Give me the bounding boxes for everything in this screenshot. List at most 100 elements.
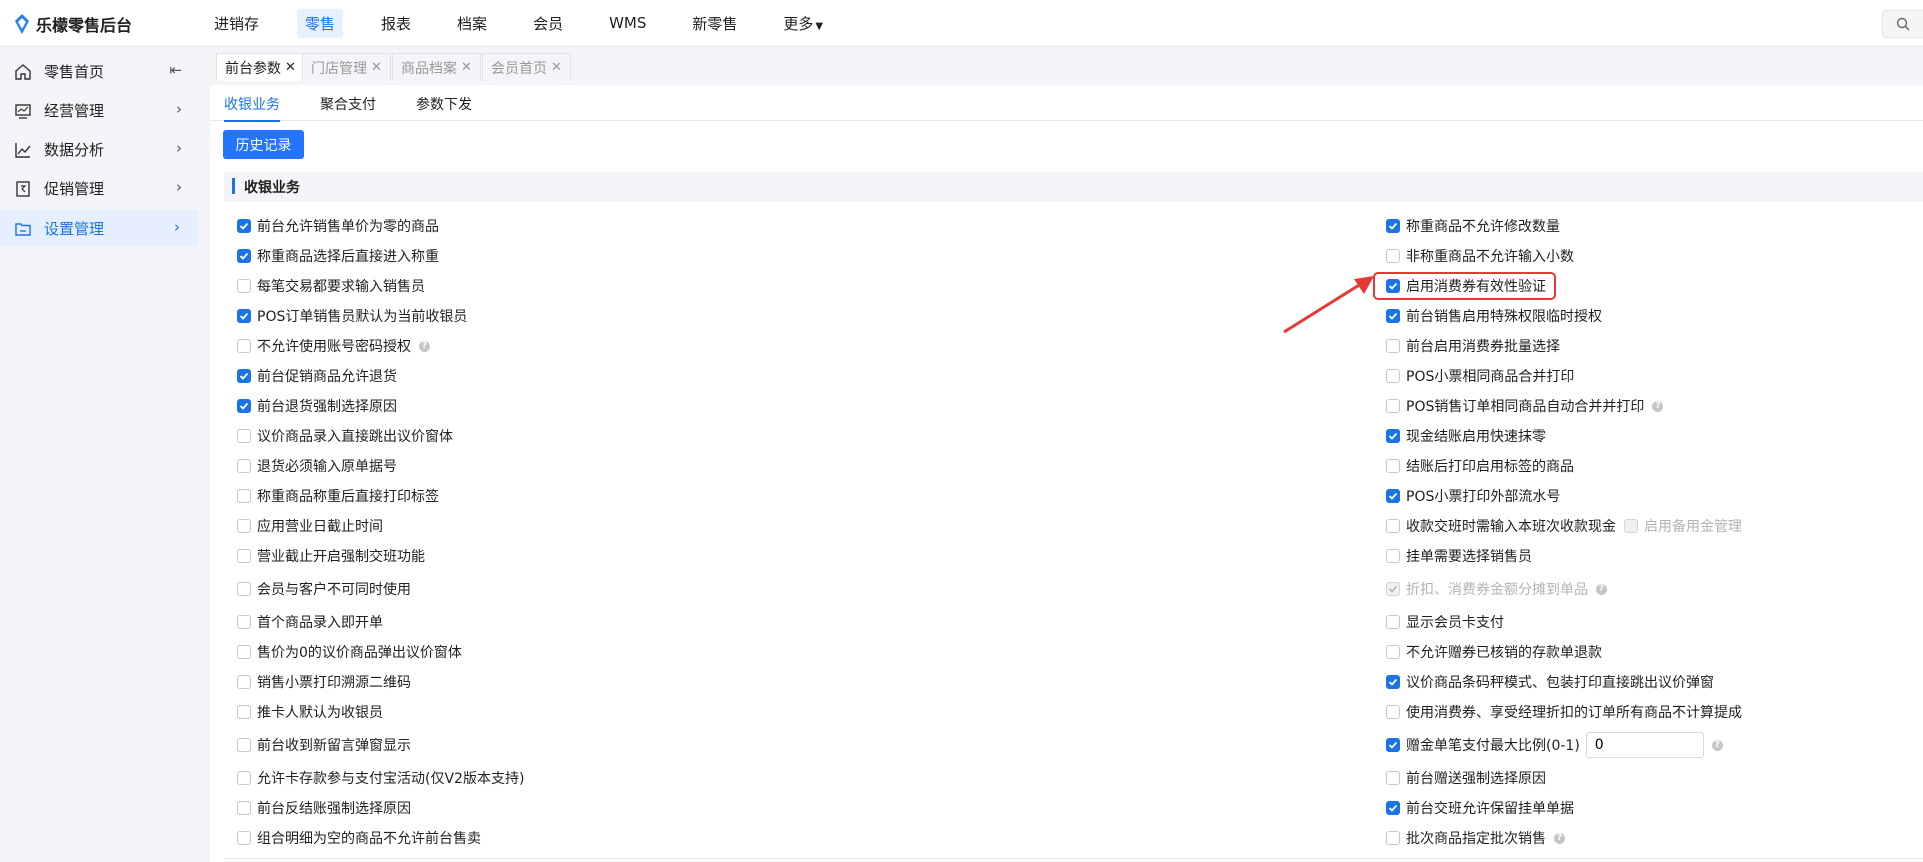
option-checkbox[interactable] [1386, 459, 1400, 473]
option-row[interactable]: POS销售订单相同商品自动合并并打印? [1386, 396, 1664, 416]
option-row[interactable]: 前台销售启用特殊权限临时授权 [1386, 306, 1602, 326]
option-checkbox[interactable] [1386, 399, 1400, 413]
close-icon[interactable]: ✕ [371, 60, 382, 75]
sidebar-item-operations[interactable]: 经营管理 › [0, 91, 200, 129]
option-checkbox[interactable] [1386, 369, 1400, 383]
option-row[interactable]: 挂单需要选择销售员 [1386, 546, 1532, 566]
option-checkbox[interactable] [1386, 429, 1400, 443]
option-checkbox[interactable] [237, 309, 251, 323]
nav-item-retail[interactable]: 零售 [297, 8, 344, 38]
option-row[interactable]: 销售小票打印溯源二维码 [237, 672, 411, 692]
option-row[interactable]: POS订单销售员默认为当前收银员 [237, 306, 467, 326]
option-row[interactable]: 称重商品选择后直接进入称重 [237, 246, 439, 266]
option-checkbox[interactable] [1386, 615, 1400, 629]
close-icon[interactable]: ✕ [461, 60, 472, 75]
option-checkbox[interactable] [1386, 309, 1400, 323]
option-checkbox[interactable] [237, 339, 251, 353]
option-row[interactable]: 首个商品录入即开单 [237, 612, 383, 632]
help-icon[interactable]: ? [1711, 739, 1723, 751]
option-checkbox[interactable] [1386, 249, 1400, 263]
option-checkbox[interactable] [237, 645, 251, 659]
option-checkbox[interactable] [237, 429, 251, 443]
tab-store-management[interactable]: 门店管理 ✕ [302, 53, 391, 81]
option-checkbox[interactable] [237, 519, 251, 533]
history-button[interactable]: 历史记录 [223, 130, 304, 159]
sidebar-item-promotions[interactable]: 促销管理 › [0, 169, 200, 207]
option-row[interactable]: 每笔交易都要求输入销售员 [237, 276, 425, 296]
option-row[interactable]: 营业截止开启强制交班功能 [237, 546, 425, 566]
option-row[interactable]: 使用消费券、享受经理折扣的订单所有商品不计算提成 [1386, 702, 1742, 722]
max-ratio-input[interactable] [1585, 732, 1704, 758]
option-checkbox[interactable] [237, 399, 251, 413]
option-row[interactable]: 折扣、消费券金额分摊到单品? [1386, 579, 1607, 599]
option-row[interactable]: 称重商品称重后直接打印标签 [237, 486, 439, 506]
option-checkbox[interactable] [1386, 831, 1400, 845]
option-checkbox[interactable] [237, 705, 251, 719]
option-row[interactable]: 会员与客户不可同时使用 [237, 579, 411, 599]
option-row[interactable]: 前台赠送强制选择原因 [1386, 768, 1546, 788]
option-checkbox[interactable] [237, 369, 251, 383]
collapse-sidebar-icon[interactable]: ⇤ [169, 61, 182, 79]
option-checkbox[interactable] [1386, 489, 1400, 503]
option-row[interactable]: 不允许赠券已核销的存款单退款 [1386, 642, 1602, 662]
option-row[interactable]: 退货必须输入原单据号 [237, 456, 397, 476]
option-checkbox[interactable] [237, 279, 251, 293]
option-checkbox[interactable] [1386, 645, 1400, 659]
help-icon[interactable]: ? [1652, 400, 1664, 412]
nav-item-inventory[interactable]: 进销存 [206, 9, 267, 38]
option-row[interactable]: 前台允许销售单价为零的商品 [237, 216, 439, 236]
option-row[interactable]: 称重商品不允许修改数量 [1386, 216, 1560, 236]
option-checkbox[interactable] [237, 459, 251, 473]
option-row[interactable]: POS小票打印外部流水号 [1386, 486, 1560, 506]
option-row[interactable]: 前台启用消费券批量选择 [1386, 336, 1560, 356]
nav-item-archive[interactable]: 档案 [449, 9, 495, 38]
option-row[interactable]: 前台交班允许保留挂单单据 [1386, 798, 1574, 818]
option-row[interactable]: 前台促销商品允许退货 [237, 366, 397, 386]
app-logo[interactable]: 乐檬零售后台 [14, 12, 132, 36]
subtab-aggregate-payment[interactable]: 聚合支付 [320, 94, 376, 114]
option-checkbox[interactable] [1386, 519, 1400, 533]
option-checkbox[interactable] [237, 489, 251, 503]
option-checkbox[interactable] [1386, 339, 1400, 353]
option-row[interactable]: 赠金单笔支付最大比例(0-1)? [1386, 732, 1723, 758]
subtab-param-distribution[interactable]: 参数下发 [416, 94, 472, 114]
option-checkbox[interactable] [237, 831, 251, 845]
option-row[interactable]: 组合明细为空的商品不允许前台售卖 [237, 828, 481, 848]
nav-item-wms[interactable]: WMS [601, 10, 654, 36]
option-row[interactable]: 议价商品录入直接跳出议价窗体 [237, 426, 453, 446]
tab-frontend-params[interactable]: 前台参数 ✕ [216, 53, 305, 81]
option-checkbox[interactable] [237, 582, 251, 596]
sidebar-item-settings[interactable]: 设置管理 › [0, 209, 198, 247]
close-icon[interactable]: ✕ [285, 60, 296, 75]
option-row[interactable]: 不允许使用账号密码授权? [237, 336, 430, 356]
option-row[interactable]: 允许卡存款参与支付宝活动(仅V2版本支持) [237, 768, 524, 788]
option-row[interactable]: 售价为0的议价商品弹出议价窗体 [237, 642, 462, 662]
option-row[interactable]: 议价商品条码秤模式、包装打印直接跳出议价弹窗 [1386, 672, 1714, 692]
help-icon[interactable]: ? [419, 340, 430, 352]
subtab-cashier-business[interactable]: 收银业务 [224, 94, 280, 122]
option-row[interactable]: 收款交班时需输入本班次收款现金 启用备用金管理 [1386, 516, 1742, 536]
search-button[interactable] [1882, 10, 1923, 38]
option-checkbox[interactable] [237, 738, 251, 752]
nav-item-new-retail[interactable]: 新零售 [684, 9, 745, 38]
tab-member-home[interactable]: 会员首页 ✕ [482, 53, 571, 81]
option-row[interactable]: 结账后打印启用标签的商品 [1386, 456, 1574, 476]
option-row[interactable]: 现金结账启用快速抹零 [1386, 426, 1546, 446]
sidebar-item-data-analysis[interactable]: 数据分析 › [0, 130, 200, 168]
option-checkbox[interactable] [1386, 801, 1400, 815]
option-row[interactable]: 批次商品指定批次销售? [1386, 828, 1565, 848]
option-checkbox[interactable] [237, 219, 251, 233]
option-checkbox[interactable] [237, 675, 251, 689]
nav-item-member[interactable]: 会员 [525, 9, 571, 38]
option-row[interactable]: 非称重商品不允许输入小数 [1386, 246, 1574, 266]
option-checkbox[interactable] [237, 549, 251, 563]
option-checkbox[interactable] [237, 249, 251, 263]
option-checkbox[interactable] [237, 615, 251, 629]
option-checkbox[interactable] [1386, 219, 1400, 233]
sidebar-item-retail-home[interactable]: 零售首页 ⇤ [0, 52, 200, 90]
option-checkbox[interactable] [1386, 771, 1400, 785]
option-row[interactable]: 应用营业日截止时间 [237, 516, 383, 536]
option-row[interactable]: 前台退货强制选择原因 [237, 396, 397, 416]
option-row[interactable]: 前台收到新留言弹窗显示 [237, 735, 411, 755]
option-checkbox[interactable] [237, 771, 251, 785]
